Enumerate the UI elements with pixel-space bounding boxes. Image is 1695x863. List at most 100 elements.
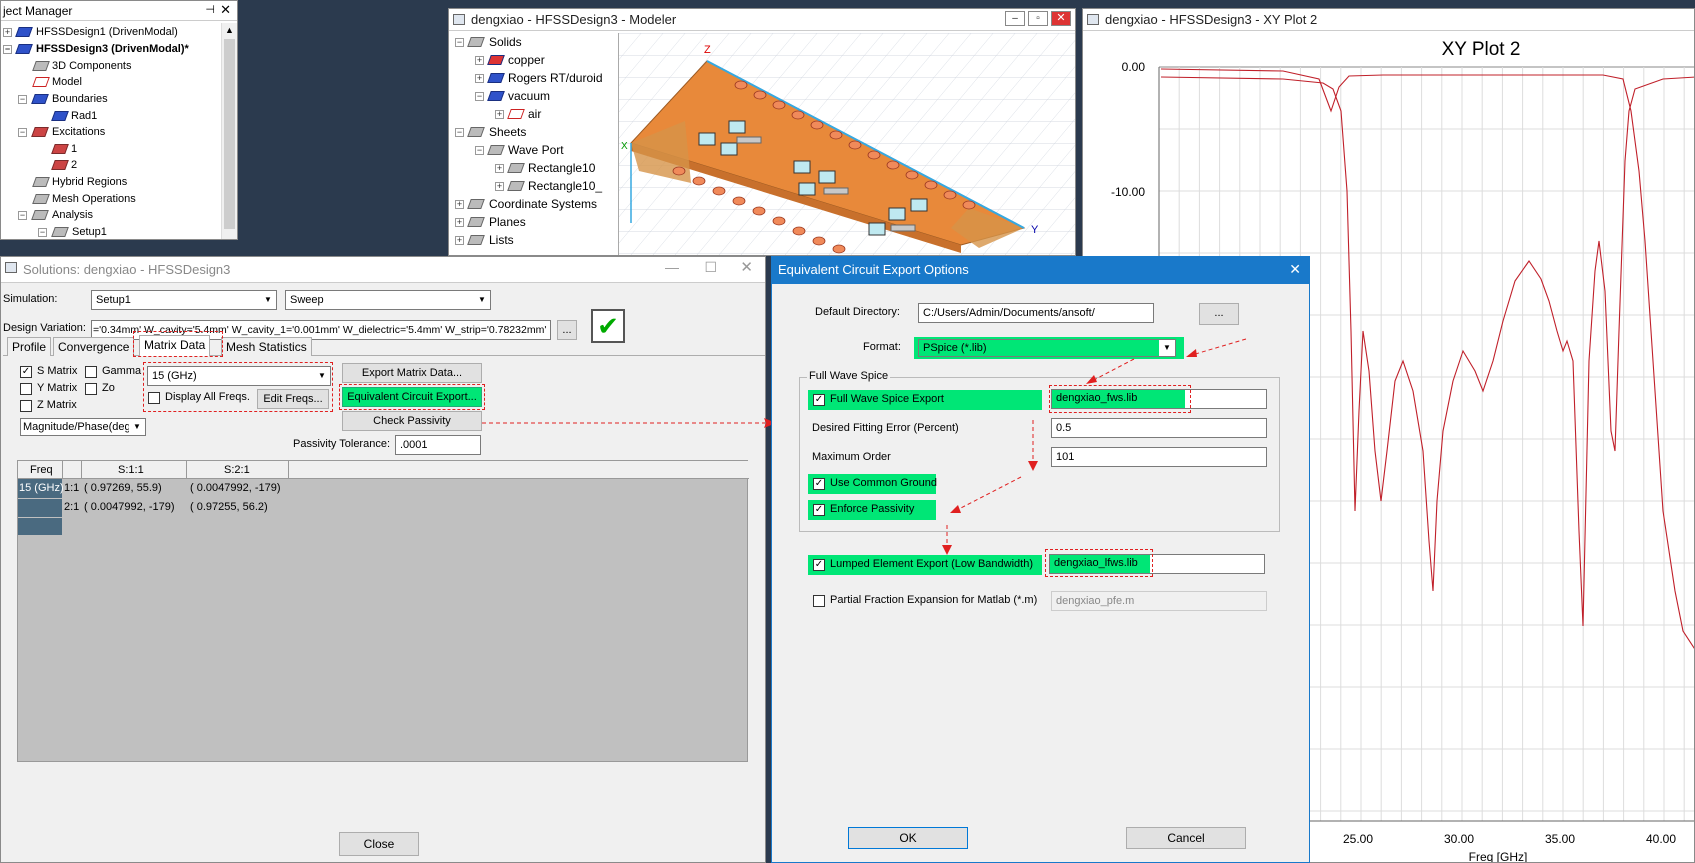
solutions-dialog: Solutions: dengxiao - HFSSDesign3 — ☐ ✕ … — [0, 256, 766, 863]
frequency-select[interactable]: 15 (GHz) ▼ — [147, 366, 331, 386]
design-variation-label: Design Variation: — [3, 322, 86, 334]
x-tick-3: 40.00 — [1646, 832, 1676, 846]
x-tick-0: 25.00 — [1343, 832, 1373, 846]
matrix-table-header: Freq S:1:1 S:2:1 — [18, 461, 749, 479]
simulation-select[interactable]: Setup1 ▼ — [91, 290, 277, 310]
z-matrix-checkbox[interactable] — [20, 400, 32, 412]
gamma-label: Gamma — [102, 365, 142, 377]
header-divider — [186, 461, 187, 479]
project-manager-title-text: ject Manager — [3, 4, 73, 18]
modeler-tree: − Solids + copper + Rogers RT/duroid − vacuu… — [453, 33, 619, 255]
plot-title: XY Plot 2 — [1442, 39, 1521, 60]
header-divider — [62, 461, 63, 479]
project-tree: + HFSSDesign1 (DrivenModal) − HFSSDesign3 … — [3, 26, 189, 238]
annotation-arrow-connector — [482, 418, 776, 428]
scroll-up-icon[interactable]: ▲ — [225, 25, 234, 35]
tab-matrix-data[interactable]: Matrix Data — [139, 335, 211, 356]
chevron-down-icon: ▼ — [260, 291, 276, 309]
freq-cell[interactable]: 15 (GHz) — [19, 480, 64, 496]
display-all-freqs-checkbox[interactable] — [148, 392, 160, 404]
y-tick-1: -10.00 — [1111, 185, 1145, 199]
z-matrix-label: Z Matrix — [37, 399, 77, 411]
modeler-titlebar: dengxiao - HFSSDesign3 - Modeler – ▫ ✕ — [449, 9, 1075, 31]
checkmark-icon[interactable]: ✔ — [591, 309, 625, 343]
x-tick-2: 35.00 — [1545, 832, 1575, 846]
passivity-tolerance-field[interactable]: .0001 — [395, 435, 481, 455]
zo-checkbox[interactable] — [85, 383, 97, 395]
sweep-select-value: Sweep — [290, 294, 324, 306]
passivity-tolerance-label: Passivity Tolerance: — [293, 438, 391, 450]
x-tick-1: 30.00 — [1444, 832, 1474, 846]
x-axis-label: Freq [GHz] — [1469, 850, 1528, 863]
header-divider — [288, 461, 289, 479]
pin-icon[interactable]: ⊣ — [205, 3, 215, 16]
header-freq: Freq — [30, 464, 53, 476]
simulation-label: Simulation: — [3, 293, 58, 305]
maximize-icon[interactable]: ☐ — [704, 259, 717, 276]
export-matrix-data-button[interactable]: Export Matrix Data... — [342, 363, 482, 383]
display-format-value: Magnitude/Phase(deg — [23, 421, 131, 433]
display-format-select[interactable]: Magnitude/Phase(deg ▼ — [20, 418, 146, 436]
project-manager-panel: ject Manager ⊣ ✕ + HFSSDesign1 (DrivenMod… — [0, 0, 238, 240]
axis-z-label: Z — [704, 44, 711, 56]
close-button[interactable]: Close — [339, 832, 419, 856]
solutions-window-icon — [5, 262, 17, 273]
table-row[interactable]: 1:1 ( 0.97269, 55.9) ( 0.0047992, -179) — [64, 480, 324, 498]
row-port: 2:1 — [64, 501, 80, 513]
row-divider — [18, 498, 62, 499]
s-matrix-label: S Matrix — [37, 365, 78, 377]
xyplot-titlebar: dengxiao - HFSSDesign3 - XY Plot 2 — [1083, 9, 1694, 31]
modeler-window: dengxiao - HFSSDesign3 - Modeler – ▫ ✕ −… — [448, 8, 1076, 256]
matrix-table: Freq S:1:1 S:2:1 15 (GHz) 1:1 ( 0.97269,… — [17, 460, 749, 762]
y-matrix-checkbox[interactable] — [20, 383, 32, 395]
row-port: 1:1 — [64, 482, 80, 494]
row-s11: ( 0.0047992, -179) — [84, 501, 175, 513]
simulation-select-value: Setup1 — [96, 294, 131, 306]
annotation-arrows — [942, 338, 1247, 555]
frequency-select-value: 15 (GHz) — [152, 370, 197, 382]
edit-freqs-button[interactable]: Edit Freqs... — [257, 389, 329, 409]
design-variation-browse-button[interactable]: ... — [557, 320, 577, 340]
modeler-window-icon — [453, 14, 465, 25]
scroll-thumb[interactable] — [224, 39, 235, 229]
close-icon[interactable]: ✕ — [220, 2, 231, 18]
header-s21: S:2:1 — [224, 464, 250, 476]
s-matrix-checkbox[interactable]: ✓ — [20, 366, 32, 378]
gamma-checkbox[interactable] — [85, 366, 97, 378]
zo-label: Zo — [102, 382, 115, 394]
y-tick-0: 0.00 — [1122, 60, 1146, 74]
axis-y-label: Y — [1031, 224, 1039, 236]
y-matrix-label: Y Matrix — [37, 382, 78, 394]
freq-column: 15 (GHz) — [18, 479, 64, 535]
row-divider — [18, 517, 62, 518]
minimize-button[interactable]: – — [1005, 11, 1025, 26]
eq-export-highlight — [339, 384, 485, 410]
modeler-title: dengxiao - HFSSDesign3 - Modeler — [471, 12, 677, 27]
header-s11: S:1:1 — [118, 464, 144, 476]
chevron-down-icon: ▼ — [129, 419, 145, 435]
row-s21: ( 0.97255, 56.2) — [190, 501, 268, 513]
solutions-titlebar: Solutions: dengxiao - HFSSDesign3 — ☐ ✕ — [1, 257, 765, 283]
row-s11: ( 0.97269, 55.9) — [84, 482, 162, 494]
xyplot-window-title: dengxiao - HFSSDesign3 - XY Plot 2 — [1105, 12, 1318, 27]
project-manager-title: ject Manager ⊣ ✕ — [1, 1, 237, 21]
close-button[interactable]: ✕ — [1051, 11, 1071, 26]
project-tree-scrollbar[interactable]: ▲ — [221, 23, 237, 239]
restore-button[interactable]: ▫ — [1028, 11, 1048, 26]
tab-convergence[interactable]: Convergence — [53, 337, 135, 356]
chevron-down-icon: ▼ — [314, 367, 330, 385]
header-divider — [81, 461, 82, 479]
modeler-3d-view[interactable]: Z Y X — [619, 33, 1076, 256]
display-all-freqs-label: Display All Freqs. — [165, 391, 250, 403]
close-icon[interactable]: ✕ — [740, 258, 753, 276]
table-row[interactable]: 2:1 ( 0.0047992, -179) ( 0.97255, 56.2) — [64, 499, 324, 517]
tab-mesh-statistics[interactable]: Mesh Statistics — [221, 337, 312, 356]
check-passivity-button[interactable]: Check Passivity — [342, 411, 482, 431]
minimize-icon[interactable]: — — [665, 259, 679, 275]
tab-profile[interactable]: Profile — [7, 337, 52, 356]
equivalent-circuit-dialog: Equivalent Circuit Export Options ✕ Defa… — [771, 256, 1310, 863]
xyplot-window-icon — [1087, 14, 1099, 25]
axis-x-label: X — [621, 141, 628, 152]
chevron-down-icon: ▼ — [474, 291, 490, 309]
sweep-select[interactable]: Sweep ▼ — [285, 290, 491, 310]
